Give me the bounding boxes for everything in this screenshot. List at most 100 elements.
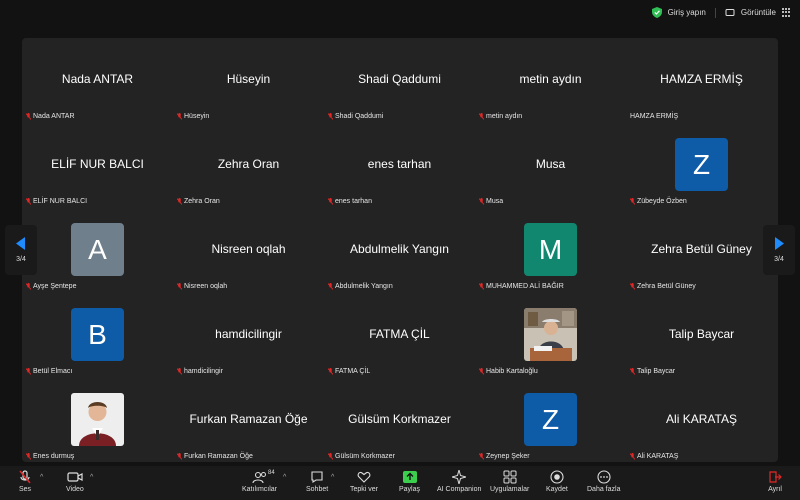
ai-companion-button[interactable]: AI Companion: [437, 470, 481, 493]
participant-tile[interactable]: B Betül Elmacı: [22, 293, 173, 378]
participant-tile[interactable]: FATMA ÇİL FATMA ÇİL: [324, 293, 475, 378]
participant-tile[interactable]: Z Zeynep Şeker: [475, 378, 626, 462]
participant-tile[interactable]: hamdicilingir hamdicilingir: [173, 293, 324, 378]
reactions-label: Tepki ver: [350, 486, 379, 493]
participant-tile[interactable]: Habib Kartaloğlu: [475, 293, 626, 378]
audio-label: Ses: [18, 486, 32, 493]
participant-name-label: Zehra Oran: [177, 198, 220, 205]
participant-name-label: Habib Kartaloğlu: [479, 368, 538, 375]
participant-name-label: Ayşe Şentepe: [26, 283, 76, 290]
audio-button[interactable]: Ses: [18, 470, 32, 493]
more-button[interactable]: Daha fazla: [587, 470, 620, 493]
video-button[interactable]: Video: [66, 470, 84, 493]
mic-muted-icon: [328, 283, 333, 290]
view-button[interactable]: Görüntüle: [741, 8, 776, 17]
avatar-initial: A: [71, 223, 124, 276]
participant-tile[interactable]: Talip Baycar Talip Baycar: [626, 293, 777, 378]
mic-muted-icon: [19, 470, 31, 484]
mic-muted-icon: [328, 113, 333, 120]
signin-link[interactable]: Giriş yapın: [668, 8, 706, 17]
video-options-chevron-icon[interactable]: ^: [90, 474, 93, 481]
participant-tile[interactable]: Zehra Betül Güney Zehra Betül Güney: [626, 208, 777, 293]
meeting-toolbar: Ses ^ Video ^ Katılımcılar 84 ^ Sohbet ^…: [0, 466, 800, 500]
more-icon: [597, 470, 611, 484]
participant-display-name: Shadi Qaddumi: [358, 72, 441, 86]
participant-name-label: FATMA ÇİL: [328, 368, 370, 375]
apps-button[interactable]: Uygulamalar: [490, 470, 529, 493]
participant-display-name: Abdulmelik Yangın: [350, 242, 449, 256]
share-button[interactable]: Paylaş: [399, 470, 420, 493]
participant-tile[interactable]: Abdulmelik Yangın Abdulmelik Yangın: [324, 208, 475, 293]
participant-display-name: Hüseyin: [226, 72, 271, 86]
ai-companion-label: AI Companion: [437, 486, 482, 493]
mic-muted-icon: [479, 283, 484, 290]
divider: [714, 7, 716, 18]
leave-button[interactable]: Ayrıl: [768, 470, 782, 493]
participant-tile[interactable]: Musa Musa: [475, 123, 626, 208]
audio-options-chevron-icon[interactable]: ^: [40, 474, 43, 481]
avatar-initial: M: [524, 223, 577, 276]
participant-tile[interactable]: enes tarhan enes tarhan: [324, 123, 475, 208]
participant-name-label: Zübeyde Özben: [630, 198, 687, 205]
participants-icon: [251, 471, 266, 484]
participant-tile[interactable]: metin aydın metin aydın: [475, 38, 626, 123]
participant-name-label: Talip Baycar: [630, 368, 675, 375]
participant-tile[interactable]: Nisreen oqlah Nisreen oqlah: [173, 208, 324, 293]
avatar-initial: Z: [524, 393, 577, 446]
participant-display-name: ELİF NUR BALCI: [51, 157, 144, 171]
participant-display-name: Ali KARATAŞ: [666, 412, 737, 426]
shield-check-icon: [651, 7, 662, 18]
mic-muted-icon: [177, 113, 182, 120]
chat-button[interactable]: Sohbet: [306, 470, 328, 493]
participant-tile[interactable]: HAMZA ERMİŞ HAMZA ERMİŞ: [626, 38, 777, 123]
mic-muted-icon: [177, 368, 182, 375]
participants-options-chevron-icon[interactable]: ^: [283, 474, 286, 481]
mic-muted-icon: [26, 283, 31, 290]
participant-tile[interactable]: M MUHAMMED ALİ BAĞIR: [475, 208, 626, 293]
apps-icon: [503, 470, 517, 484]
participant-tile[interactable]: Nada ANTAR Nada ANTAR: [22, 38, 173, 123]
participant-tile[interactable]: ELİF NUR BALCI ELİF NUR BALCI: [22, 123, 173, 208]
participant-tile[interactable]: Hüseyin Hüseyin: [173, 38, 324, 123]
video-label: Video: [66, 486, 84, 493]
next-page-button[interactable]: 3/4: [763, 225, 795, 275]
participant-name-label: Abdulmelik Yangın: [328, 283, 393, 290]
participant-name-label: Nisreen oqlah: [177, 283, 227, 290]
chat-options-chevron-icon[interactable]: ^: [331, 474, 334, 481]
heart-icon: [357, 471, 371, 483]
participant-display-name: Nisreen oqlah: [211, 242, 286, 256]
record-icon: [550, 470, 564, 484]
participant-tile[interactable]: Furkan Ramazan Öğe Furkan Ramazan Öğe: [173, 378, 324, 462]
participant-name-label: Zehra Betül Güney: [630, 283, 696, 290]
mic-muted-icon: [630, 283, 635, 290]
participant-display-name: Furkan Ramazan Öğe: [189, 412, 308, 426]
participant-name-label: MUHAMMED ALİ BAĞIR: [479, 283, 564, 290]
mic-muted-icon: [479, 453, 484, 460]
participant-tile[interactable]: Ali KARATAŞ Ali KARATAŞ: [626, 378, 777, 462]
mic-muted-icon: [328, 198, 333, 205]
participant-display-name: hamdicilingir: [215, 327, 282, 341]
mic-muted-icon: [479, 198, 484, 205]
participant-tile[interactable]: Zehra Oran Zehra Oran: [173, 123, 324, 208]
participant-name-label: hamdicilingir: [177, 368, 223, 375]
page-indicator-left: 3/4: [16, 256, 26, 263]
participant-tile[interactable]: A Ayşe Şentepe: [22, 208, 173, 293]
participant-photo: [524, 308, 577, 361]
reactions-button[interactable]: Tepki ver: [350, 470, 378, 493]
participant-tile[interactable]: Z Zübeyde Özben: [626, 123, 777, 208]
participant-tile[interactable]: Shadi Qaddumi Shadi Qaddumi: [324, 38, 475, 123]
previous-page-button[interactable]: 3/4: [5, 225, 37, 275]
arrow-left-icon: [16, 237, 25, 250]
apps-label: Uygulamalar: [490, 486, 530, 493]
participant-tile[interactable]: Gülsüm Korkmazer Gülsüm Korkmazer: [324, 378, 475, 462]
participant-name-label: Enes durmuş: [26, 453, 74, 460]
participant-name-label: Hüseyin: [177, 113, 209, 120]
participant-tile[interactable]: Enes durmuş: [22, 378, 173, 462]
mic-muted-icon: [177, 453, 182, 460]
participant-name-label: Ali KARATAŞ: [630, 453, 678, 460]
mic-muted-icon: [177, 283, 182, 290]
grid-view-icon[interactable]: [782, 7, 792, 18]
record-button[interactable]: Kaydet: [546, 470, 568, 493]
participant-display-name: Nada ANTAR: [61, 72, 134, 86]
share-screen-icon: [402, 471, 417, 483]
